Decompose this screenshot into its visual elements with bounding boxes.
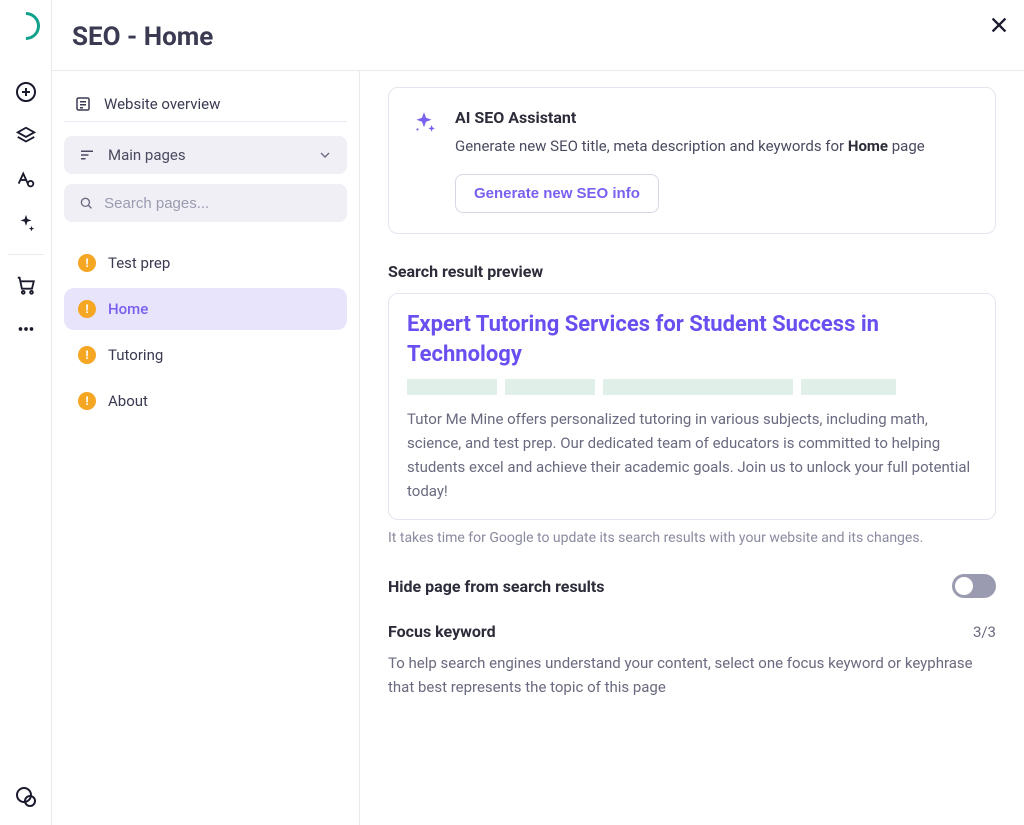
section-selector[interactable]: Main pages	[64, 136, 347, 174]
warning-badge-icon	[78, 300, 96, 318]
section-selector-label: Main pages	[108, 146, 186, 164]
cart-icon[interactable]	[12, 271, 40, 299]
hide-page-row: Hide page from search results	[388, 574, 996, 598]
search-icon	[78, 194, 94, 212]
hide-page-toggle[interactable]	[952, 574, 996, 598]
preview-description: Tutor Me Mine offers personalized tutori…	[407, 407, 977, 503]
ai-card-desc: Generate new SEO title, meta description…	[455, 135, 925, 158]
body: Website overview Main pages Test prep Ho…	[52, 70, 1024, 825]
search-input[interactable]	[104, 195, 333, 212]
page-label: Test prep	[108, 254, 170, 272]
search-preview: Expert Tutoring Services for Student Suc…	[388, 293, 996, 521]
help-icon[interactable]	[12, 783, 40, 811]
page-label: About	[108, 392, 148, 410]
sparkle-icon	[411, 110, 437, 213]
page-title: SEO - Home	[72, 22, 213, 52]
content-panel: AI SEO Assistant Generate new SEO title,…	[360, 71, 1024, 825]
focus-keyword-desc: To help search engines understand your c…	[388, 651, 996, 699]
website-overview-link[interactable]: Website overview	[64, 87, 347, 122]
focus-keyword-section: Focus keyword 3/3 To help search engines…	[388, 622, 996, 699]
preview-hint: It takes time for Google to update its s…	[388, 530, 996, 546]
ai-card-title: AI SEO Assistant	[455, 108, 925, 127]
generate-seo-button[interactable]: Generate new SEO info	[455, 174, 659, 213]
chevron-down-icon	[317, 147, 333, 163]
text-style-icon[interactable]	[12, 166, 40, 194]
more-icon[interactable]	[12, 315, 40, 343]
page-item-tutoring[interactable]: Tutoring	[64, 334, 347, 376]
app-logo	[6, 6, 46, 46]
warning-badge-icon	[78, 254, 96, 272]
preview-url-placeholder	[407, 379, 977, 397]
warning-badge-icon	[78, 346, 96, 364]
overview-label: Website overview	[104, 95, 220, 113]
main-panel: SEO - Home Website overview Main pages	[52, 0, 1024, 825]
page-label: Home	[108, 300, 148, 318]
preview-section-label: Search result preview	[388, 262, 996, 281]
add-icon[interactable]	[12, 78, 40, 106]
header: SEO - Home	[52, 0, 1024, 70]
ai-card-body: AI SEO Assistant Generate new SEO title,…	[455, 108, 925, 213]
search-pages-box[interactable]	[64, 184, 347, 222]
page-label: Tutoring	[108, 346, 163, 364]
page-item-home[interactable]: Home	[64, 288, 347, 330]
sidebar: Website overview Main pages Test prep Ho…	[52, 71, 360, 825]
layers-icon[interactable]	[12, 122, 40, 150]
sparkle-nav-icon[interactable]	[12, 210, 40, 238]
ai-seo-card: AI SEO Assistant Generate new SEO title,…	[388, 87, 996, 234]
focus-keyword-label: Focus keyword	[388, 622, 496, 641]
warning-badge-icon	[78, 392, 96, 410]
close-button[interactable]	[988, 14, 1010, 36]
preview-title: Expert Tutoring Services for Student Suc…	[407, 310, 977, 372]
left-rail	[0, 0, 52, 825]
page-item-about[interactable]: About	[64, 380, 347, 422]
focus-keyword-count: 3/3	[973, 623, 996, 641]
page-item-test-prep[interactable]: Test prep	[64, 242, 347, 284]
rail-divider	[8, 254, 44, 255]
hide-page-label: Hide page from search results	[388, 577, 605, 596]
